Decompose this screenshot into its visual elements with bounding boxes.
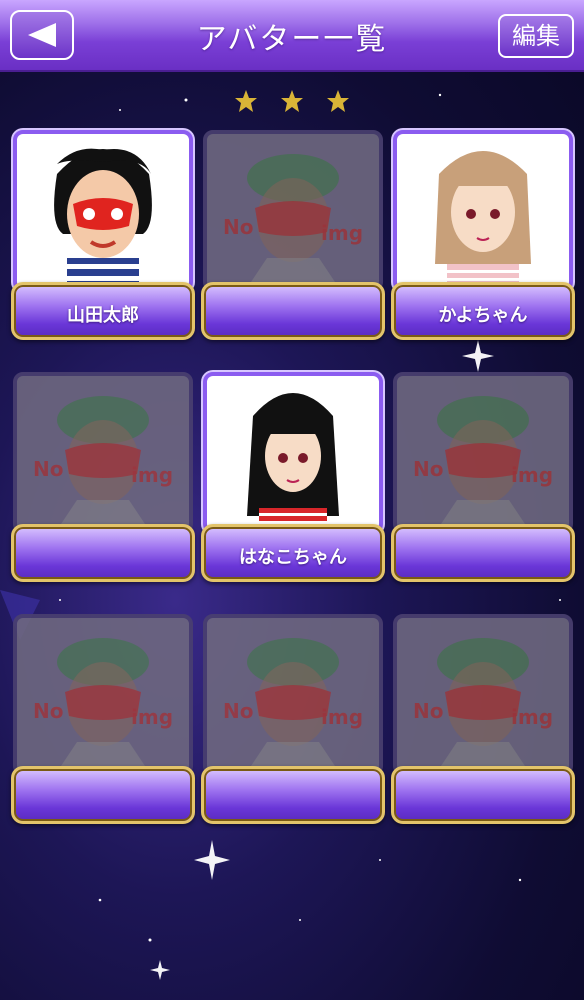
svg-text:No: No	[223, 215, 253, 239]
avatar-image	[393, 130, 573, 292]
svg-text:img: img	[131, 463, 173, 487]
page-title: アバター一覧	[196, 22, 388, 57]
avatar-name-label: 山田太郎	[67, 305, 139, 326]
svg-text:No: No	[413, 457, 443, 481]
avatar-name-plate[interactable]	[201, 282, 385, 340]
avatar-card[interactable]: No img	[391, 372, 575, 586]
avatar-card[interactable]: No img	[11, 614, 195, 828]
avatar-card[interactable]: No img	[391, 614, 575, 828]
svg-text:img: img	[321, 221, 363, 245]
svg-text:No: No	[33, 699, 63, 723]
edit-button[interactable]: 編集	[498, 14, 574, 58]
avatar-card[interactable]: かよちゃん	[391, 130, 575, 344]
page-indicator	[0, 88, 584, 118]
no-img-placeholder-icon: No img	[13, 614, 193, 776]
avatar-image	[203, 372, 383, 534]
avatar-name-plate[interactable]: 山田太郎	[11, 282, 195, 340]
avatar-name-plate[interactable]	[391, 524, 575, 582]
svg-text:img: img	[321, 705, 363, 729]
svg-text:No: No	[33, 457, 63, 481]
avatar-card[interactable]: はなこちゃん	[201, 372, 385, 586]
svg-text:img: img	[511, 705, 553, 729]
avatar-name-plate[interactable]	[11, 766, 195, 824]
avatar-name-plate[interactable]	[201, 766, 385, 824]
avatar-card[interactable]: 山田太郎	[11, 130, 195, 344]
avatar-name-plate[interactable]: はなこちゃん	[201, 524, 385, 582]
no-img-placeholder-icon: No img	[393, 372, 573, 534]
avatar-name-label: はなこちゃん	[239, 547, 347, 568]
svg-text:No: No	[413, 699, 443, 723]
header-bar: アバター一覧 編集	[0, 0, 584, 72]
star-icon	[281, 90, 303, 112]
avatar-name-label: かよちゃん	[438, 305, 528, 326]
avatar-name-plate[interactable]	[391, 766, 575, 824]
avatar-card[interactable]: No img	[201, 614, 385, 828]
svg-text:No: No	[223, 699, 253, 723]
svg-text:img: img	[511, 463, 553, 487]
star-icon	[327, 90, 349, 112]
avatar-name-plate[interactable]	[11, 524, 195, 582]
avatar-card[interactable]: No img	[201, 130, 385, 344]
no-img-placeholder-icon: No img	[203, 130, 383, 292]
no-img-placeholder-icon: No img	[393, 614, 573, 776]
no-img-placeholder-icon: No img	[13, 372, 193, 534]
avatar-card[interactable]: No img	[11, 372, 195, 586]
avatar-name-plate[interactable]: かよちゃん	[391, 282, 575, 340]
no-img-placeholder-icon: No img	[203, 614, 383, 776]
star-icon	[235, 90, 257, 112]
avatar-image	[13, 130, 193, 292]
svg-text:img: img	[131, 705, 173, 729]
